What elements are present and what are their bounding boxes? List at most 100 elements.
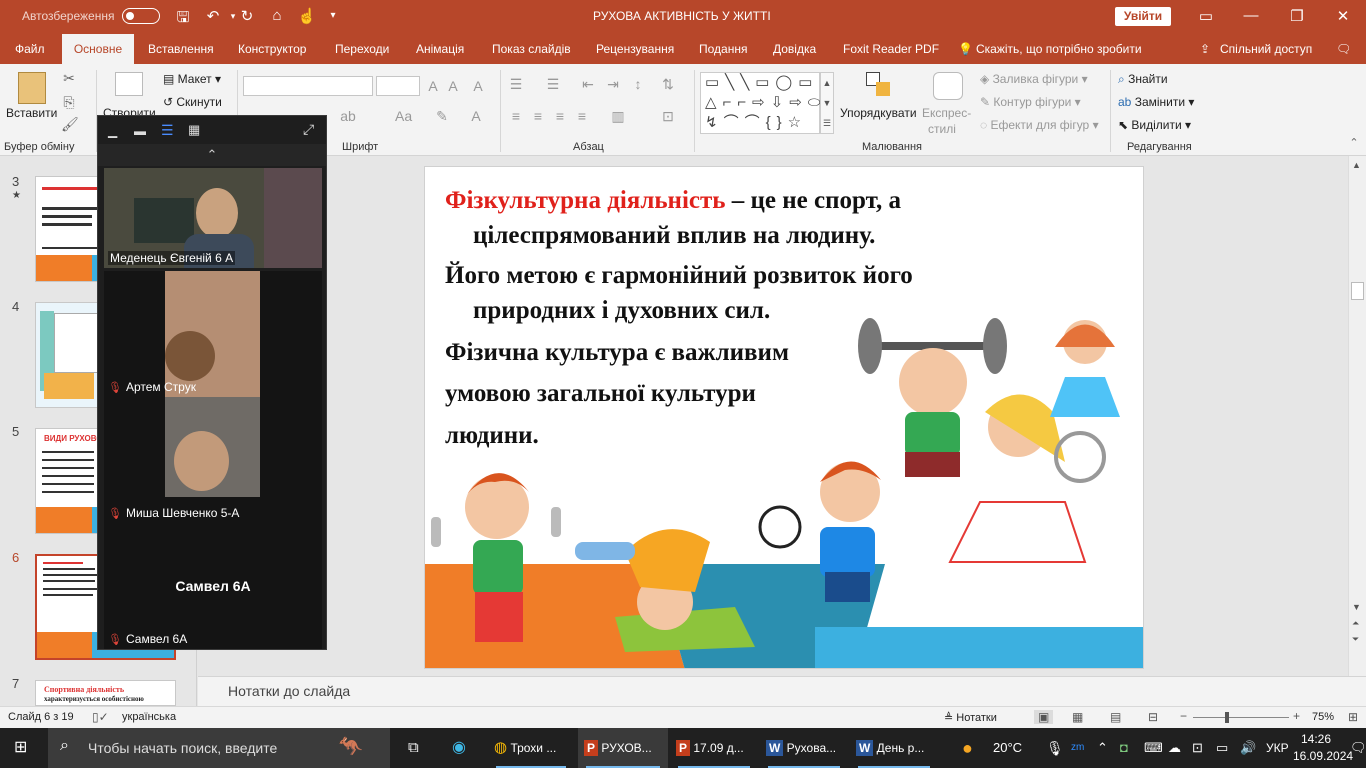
network-2-icon[interactable]: ▭ [1216, 728, 1228, 768]
cut-icon[interactable]: ✂ [61, 70, 77, 87]
tray-expand-icon[interactable]: ⌃ [1097, 728, 1108, 768]
restore-icon[interactable]: ❐ [1287, 7, 1307, 25]
quick-styles-label-1[interactable]: Експрес- [922, 106, 971, 120]
reset-button[interactable]: ↺ Скинути [163, 95, 222, 109]
scroll-down-icon[interactable]: ▼ [1352, 602, 1361, 612]
font-color-icon[interactable]: A [468, 108, 484, 124]
find-button[interactable]: ⌕ Знайти [1118, 72, 1168, 87]
align-right-icon[interactable]: ≡ [552, 108, 568, 124]
tab-design[interactable]: Конструктор [238, 42, 306, 56]
scroll-thumb[interactable] [1351, 282, 1364, 300]
tab-view[interactable]: Подання [699, 42, 747, 56]
notes-pane[interactable]: Нотатки до слайда [198, 676, 1366, 706]
change-case-icon[interactable]: Aa [395, 108, 412, 124]
zoom-in-icon[interactable]: + [1293, 709, 1300, 723]
video-tile-1[interactable]: Меденець Євгеній 6 А [104, 168, 322, 268]
tab-transitions[interactable]: Переходи [335, 42, 389, 56]
collapse-ribbon-icon[interactable]: ⌃ [1346, 136, 1362, 149]
taskbar-app-powerpoint-1[interactable]: P РУХОВ... [578, 728, 668, 768]
scroll-up-icon[interactable]: ▲ [1352, 160, 1361, 170]
fit-slide-icon[interactable]: ⊞ [1348, 710, 1358, 724]
increase-font-icon[interactable]: A [425, 78, 441, 94]
paste-icon[interactable] [18, 72, 46, 104]
volume-icon[interactable]: 🔊 [1240, 728, 1256, 768]
input-language[interactable]: УКР [1266, 728, 1289, 768]
video-tile-4[interactable]: Самвел 6А 🎙 Самвел 6А [104, 523, 322, 649]
font-size-combo[interactable] [376, 76, 420, 96]
tab-home[interactable]: Основне [62, 34, 134, 64]
next-slide-icon[interactable]: ⏷ [1352, 634, 1359, 645]
tab-file[interactable]: Файл [15, 42, 45, 56]
touch-mode-icon[interactable]: ☝ [297, 7, 317, 25]
align-left-icon[interactable]: ≡ [508, 108, 524, 124]
zoom-small-view-icon[interactable]: ▬ [134, 124, 146, 138]
increase-indent-icon[interactable]: ⇥ [605, 76, 621, 93]
layout-button[interactable]: ▤ Макет ▾ [163, 72, 221, 86]
decrease-font-icon[interactable]: A [445, 78, 461, 94]
justify-icon[interactable]: ≡ [574, 108, 590, 124]
notes-toggle[interactable]: ≜ Нотатки [944, 711, 997, 724]
zoom-scroll-up-icon[interactable]: ⌃ [98, 144, 326, 166]
reading-view-icon[interactable]: ▤ [1110, 710, 1121, 724]
select-button[interactable]: ⬉ Виділити ▾ [1118, 118, 1191, 132]
slide-canvas[interactable]: Фізкультурна діяльність – це не спорт, а… [424, 166, 1144, 669]
save-icon[interactable]: 🖫 [173, 7, 193, 32]
minimize-icon[interactable]: — [1241, 7, 1261, 24]
slideshow-view-icon[interactable]: ⊟ [1148, 710, 1158, 724]
line-spacing-icon[interactable]: ↕ [630, 76, 646, 92]
previous-slide-icon[interactable]: ⏶ [1352, 618, 1359, 629]
windows-start-icon[interactable]: ⊞ [14, 728, 27, 768]
paste-button[interactable]: Вставити [6, 106, 57, 120]
tab-help[interactable]: Довідка [773, 42, 816, 56]
font-family-combo[interactable] [243, 76, 373, 96]
edge-icon[interactable]: ◉ [452, 728, 466, 768]
shapes-gallery[interactable]: ▭╲╲▭◯▭ △⌐⌐⇨⇩⇨⬭ ↯⌒⌒{}☆ [700, 72, 821, 134]
weather-sun-icon[interactable]: ● [962, 728, 973, 768]
tab-foxit[interactable]: Foxit Reader PDF [843, 42, 939, 56]
zoom-minimize-icon[interactable]: ▁ [108, 124, 117, 138]
tab-insert[interactable]: Вставлення [148, 42, 214, 56]
format-painter-icon[interactable]: 🖌 [61, 116, 79, 133]
zoom-speaker-view-icon[interactable]: ☰ [161, 122, 174, 139]
autosave-toggle[interactable] [122, 8, 160, 24]
slide-thumb-7[interactable]: Спортивна діяльність характеризується ос… [35, 680, 176, 706]
share-button[interactable]: Спільний доступ [1220, 42, 1312, 56]
align-center-icon[interactable]: ≡ [530, 108, 546, 124]
network-icon[interactable]: ⊡ [1192, 728, 1203, 768]
comments-icon[interactable]: 🗨 [1336, 42, 1351, 56]
zoom-level[interactable]: 75% [1312, 711, 1334, 723]
shape-fill-button[interactable]: ◈ Заливка фігури ▾ [980, 72, 1088, 86]
taskbar-app-powerpoint-2[interactable]: P 17.09 д... [670, 728, 758, 768]
tab-review[interactable]: Рецензування [596, 42, 674, 56]
decrease-indent-icon[interactable]: ⇤ [580, 76, 596, 93]
onedrive-icon[interactable]: ☁ [1168, 728, 1181, 768]
text-direction-icon[interactable]: ⇅ [660, 76, 676, 93]
clock-time[interactable]: 14:26 [1301, 732, 1331, 746]
close-icon[interactable]: ✕ [1333, 7, 1353, 25]
taskbar-app-chrome[interactable]: ◍ Трохи ... [488, 728, 574, 768]
shape-effects-button[interactable]: ◌ Ефекти для фігур ▾ [980, 118, 1099, 132]
zoom-slider-track[interactable] [1193, 717, 1289, 718]
char-spacing-icon[interactable]: ab [340, 108, 356, 124]
arrange-icon[interactable] [866, 72, 892, 100]
taskbar-app-word-2[interactable]: W День р... [850, 728, 938, 768]
new-slide-icon[interactable] [115, 72, 143, 96]
language-indicator[interactable]: українська [122, 711, 176, 723]
undo-icon[interactable]: ↶ [203, 7, 223, 25]
normal-view-icon[interactable]: ▣ [1034, 710, 1054, 724]
taskbar-search-box[interactable]: ⌕ Чтобы начать поиск, введите 🦘 [48, 728, 390, 768]
tell-me-search[interactable]: Скажіть, що потрібно зробити [976, 42, 1142, 56]
tab-slideshow[interactable]: Показ слайдів [492, 42, 571, 56]
keyboard-icon[interactable]: ⌨ [1144, 728, 1163, 768]
zoom-tray-icon[interactable]: zm [1071, 728, 1084, 768]
arrange-button[interactable]: Упорядкувати [840, 106, 917, 120]
tab-animations[interactable]: Анімація [416, 42, 464, 56]
bullets-icon[interactable]: ☰ [508, 76, 524, 93]
microphone-icon[interactable]: 🎙 [1046, 728, 1064, 768]
zoom-slider-thumb[interactable] [1225, 712, 1229, 723]
zoom-video-panel[interactable]: ▁ ▬ ☰ ▦ ⤢ ⌃ Меденець Євгеній 6 А 🎙 Артем … [97, 115, 327, 650]
clear-format-icon[interactable]: A [470, 78, 486, 94]
clock-date[interactable]: 16.09.2024 [1293, 749, 1353, 763]
align-text-icon[interactable]: ⊡ [660, 108, 676, 125]
video-tile-3[interactable]: 🎙 Миша Шевченко 5-А [104, 397, 322, 523]
